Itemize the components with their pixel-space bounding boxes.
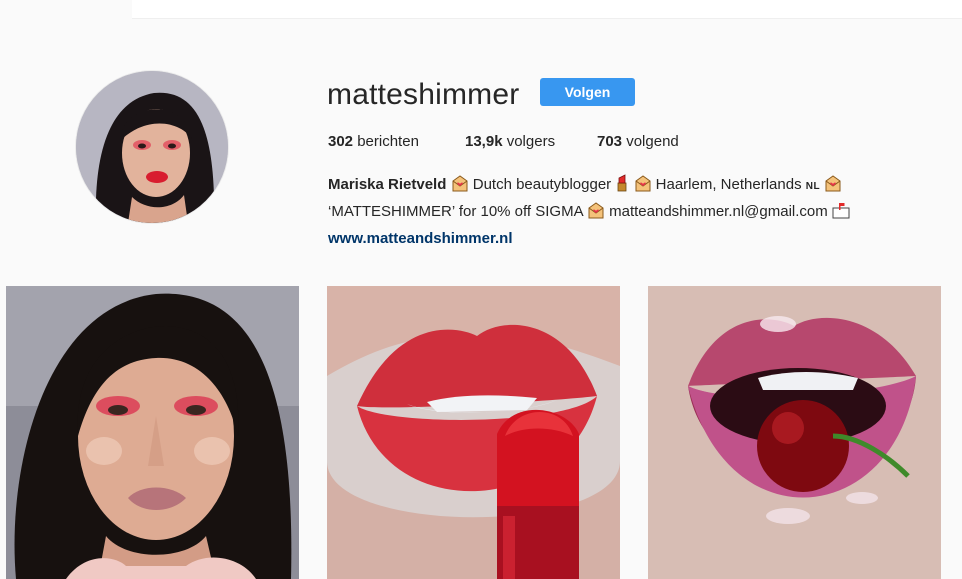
followers-label: volgers [506,133,556,150]
post-thumbnail-3[interactable] [648,286,941,579]
love-letter-emoji-icon [634,175,652,200]
bio-line-3: www.matteandshimmer.nl [328,227,850,251]
posts-label: berichten [357,133,419,150]
lipstick-emoji-icon [615,174,629,200]
love-letter-emoji-icon [451,175,469,200]
netherlands-flag-label: NL [805,181,821,192]
top-navigation-bar [132,0,962,19]
stat-followers[interactable]: 13,9k volgers [465,133,555,151]
followers-count: 13,9k [465,133,503,150]
post-thumbnail-2[interactable] [327,286,620,579]
cherry-lips-photo [648,286,941,579]
portrait-photo [6,286,299,579]
bio-line-1: Mariska Rietveld Dutch beautyblogger Haa… [328,173,850,200]
avatar-photo [76,71,228,223]
bio-text-location: Haarlem, Netherlands [651,176,806,193]
post-thumbnail-1[interactable] [6,286,299,579]
love-letter-emoji-icon [824,175,842,200]
website-link[interactable]: www.matteandshimmer.nl [328,230,513,247]
bio-line-2: ‘MATTESHIMMER’ for 10% off SIGMA mattean… [328,200,850,227]
profile-bio: Mariska Rietveld Dutch beautyblogger Haa… [328,173,850,251]
stat-following[interactable]: 703 volgend [597,133,679,151]
following-count: 703 [597,133,623,150]
posts-count: 302 [328,133,354,150]
profile-full-name: Mariska Rietveld [328,176,447,193]
profile-username: matteshimmer [327,78,520,111]
bio-text-discount: ‘MATTESHIMMER’ for 10% off SIGMA [328,203,587,220]
love-letter-emoji-icon [587,202,605,227]
following-label: volgend [626,133,679,150]
bio-text-email: matteandshimmer.nl@gmail.com [604,203,832,220]
red-lipstick-photo [327,286,620,579]
mailbox-emoji-icon [832,202,850,227]
stat-posts: 302 berichten [328,133,419,151]
follow-button[interactable]: Volgen [540,78,635,106]
avatar[interactable] [76,71,228,223]
bio-text-beautyblogger: Dutch beautyblogger [468,176,616,193]
